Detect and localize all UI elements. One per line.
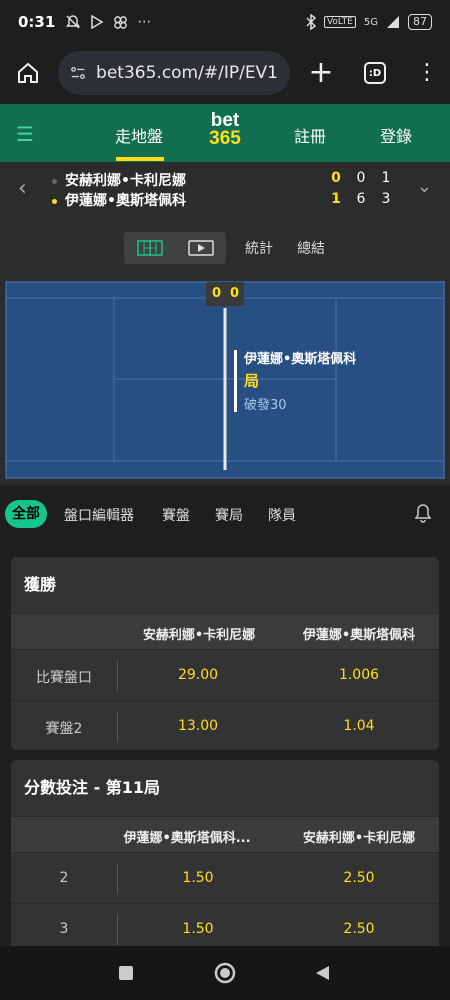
bell-icon[interactable]: [414, 503, 432, 523]
column-header-player2: 伊蓮娜•奧斯塔佩科: [302, 628, 416, 643]
nav-live-indicator: [116, 157, 164, 161]
bluetooth-icon: [306, 14, 316, 30]
odds-button[interactable]: 1.04: [279, 718, 439, 734]
filter-games[interactable]: 賽局: [215, 505, 243, 525]
tab-stats[interactable]: 統計: [245, 238, 273, 258]
odds-button[interactable]: 2.50: [279, 921, 439, 937]
event-type: 局: [244, 372, 260, 390]
browser-menu-icon[interactable]: ⋮: [416, 62, 438, 84]
market-header-row: 伊蓮娜•奧斯塔佩科... 安赫利娜•卡利尼娜: [11, 816, 439, 852]
chevron-left-icon[interactable]: ‹: [18, 176, 27, 201]
filter-all[interactable]: 全部: [5, 500, 47, 528]
market-row: 比賽盤口 29.00 1.006: [11, 649, 439, 700]
market-header-row: 安赫利娜•卡利尼娜 伊蓮娜•奧斯塔佩科: [11, 613, 439, 649]
video-icon[interactable]: [188, 240, 214, 256]
bet365-logo[interactable]: bet 365: [203, 111, 247, 152]
odds-button[interactable]: 1.006: [279, 667, 439, 683]
p2-game-score: 1: [331, 191, 341, 207]
player1-label: 安赫利娜•卡利尼娜: [65, 173, 186, 189]
p1-game-score: 0: [331, 170, 341, 186]
court-view-icon[interactable]: [137, 240, 163, 256]
hamburger-menu-icon[interactable]: ☰: [16, 122, 34, 146]
odds-button[interactable]: 1.50: [118, 870, 278, 886]
filter-sets[interactable]: 賽盤: [162, 505, 190, 525]
home-icon[interactable]: [10, 55, 46, 91]
volte-icon: VoLTE: [323, 16, 356, 28]
market-title: 獲勝: [24, 575, 57, 594]
court-score-left: 0: [212, 286, 222, 301]
signal-label: 5G: [363, 16, 378, 28]
home-button-icon[interactable]: [213, 961, 237, 985]
tab-summary[interactable]: 總結: [297, 238, 325, 258]
p2-set1-score: 6: [356, 191, 366, 207]
login-button[interactable]: 登錄: [380, 123, 412, 147]
court-visualization: 0 0 伊蓮娜•奧斯塔佩科 局 破發30: [0, 280, 450, 485]
more-notifications-icon: ⋯: [137, 14, 152, 30]
court-score-right: 0: [230, 286, 240, 301]
recent-apps-icon[interactable]: [118, 965, 134, 981]
notification-icons: ⋯: [65, 14, 151, 30]
back-button-icon[interactable]: [313, 964, 331, 982]
column-header-player1: 安赫利娜•卡利尼娜: [302, 831, 416, 846]
event-player-name: 伊蓮娜•奧斯塔佩科: [244, 352, 357, 367]
register-button[interactable]: 註冊: [294, 123, 326, 147]
market-row: 賽盤2 13.00 1.04: [11, 700, 439, 750]
row-label: 3: [59, 921, 69, 937]
play-store-icon: [91, 15, 104, 29]
row-label: 2: [59, 870, 69, 886]
tab-switcher-button[interactable]: :D: [364, 62, 386, 84]
tennis-court: [5, 281, 445, 479]
new-tab-icon[interactable]: +: [306, 58, 336, 88]
site-settings-icon[interactable]: [70, 64, 86, 82]
status-bar: 0:31 ⋯ VoLTE 5G 87: [0, 0, 450, 44]
browser-toolbar: bet365.com/#/IP/EV1 + :D ⋮: [0, 44, 450, 102]
nav-live[interactable]: 走地盤: [115, 123, 163, 147]
url-text[interactable]: bet365.com/#/IP/EV1: [96, 63, 278, 83]
logo-bottom-text: 365: [209, 128, 241, 149]
p2-set2-score: 3: [381, 191, 391, 207]
battery-icon: 87: [408, 14, 432, 30]
market-title: 分數投注 - 第11局: [24, 778, 161, 797]
odds-button[interactable]: 13.00: [118, 718, 278, 734]
row-label: 賽盤2: [45, 721, 83, 737]
view-tabs: 統計 總結: [0, 220, 450, 280]
odds-button[interactable]: 29.00: [118, 667, 278, 683]
filter-market-editor[interactable]: 盤口編輯器: [64, 505, 134, 525]
system-navigation-bar: [0, 946, 450, 1000]
column-header-player2: 伊蓮娜•奧斯塔佩科...: [123, 831, 251, 846]
market-filter-bar: 全部 盤口編輯器 賽盤 賽局 隊員: [0, 487, 450, 543]
status-time: 0:31: [18, 13, 56, 31]
event-indicator-bar: [234, 350, 237, 412]
odds-button[interactable]: 2.50: [279, 870, 439, 886]
column-header-player1: 安赫利娜•卡利尼娜: [142, 628, 256, 643]
serve-dot-inactive: [52, 178, 57, 184]
address-bar[interactable]: bet365.com/#/IP/EV1: [58, 51, 290, 95]
p1-set2-score: 1: [381, 170, 391, 186]
market-card-winner: 獲勝 安赫利娜•卡利尼娜 伊蓮娜•奧斯塔佩科 比賽盤口 29.00 1.006 …: [11, 557, 439, 750]
match-header[interactable]: ‹ 安赫利娜•卡利尼娜 伊蓮娜•奧斯塔佩科 0 0 1 1 6 3 ⌄: [0, 162, 450, 220]
p1-set1-score: 0: [356, 170, 366, 186]
player2-label: 伊蓮娜•奧斯塔佩科: [65, 193, 186, 209]
odds-button[interactable]: 1.50: [118, 921, 278, 937]
market-row: 2 1.50 2.50: [11, 852, 439, 903]
market-card-score-bet: 分數投注 - 第11局 伊蓮娜•奧斯塔佩科... 安赫利娜•卡利尼娜 2 1.5…: [11, 760, 439, 956]
event-detail: 破發30: [244, 398, 287, 413]
signal-icon: [387, 16, 399, 28]
view-toggle: [124, 232, 226, 264]
chevron-down-icon[interactable]: ⌄: [417, 176, 432, 197]
row-label: 比賽盤口: [36, 670, 92, 686]
player1-name: 安赫利娜•卡利尼娜: [52, 170, 186, 190]
serve-dot-active: [52, 198, 57, 204]
filter-players[interactable]: 隊員: [268, 505, 296, 525]
pinwheel-icon: [114, 15, 128, 29]
mute-bell-icon: [66, 15, 81, 29]
player2-name: 伊蓮娜•奧斯塔佩科: [52, 190, 186, 210]
